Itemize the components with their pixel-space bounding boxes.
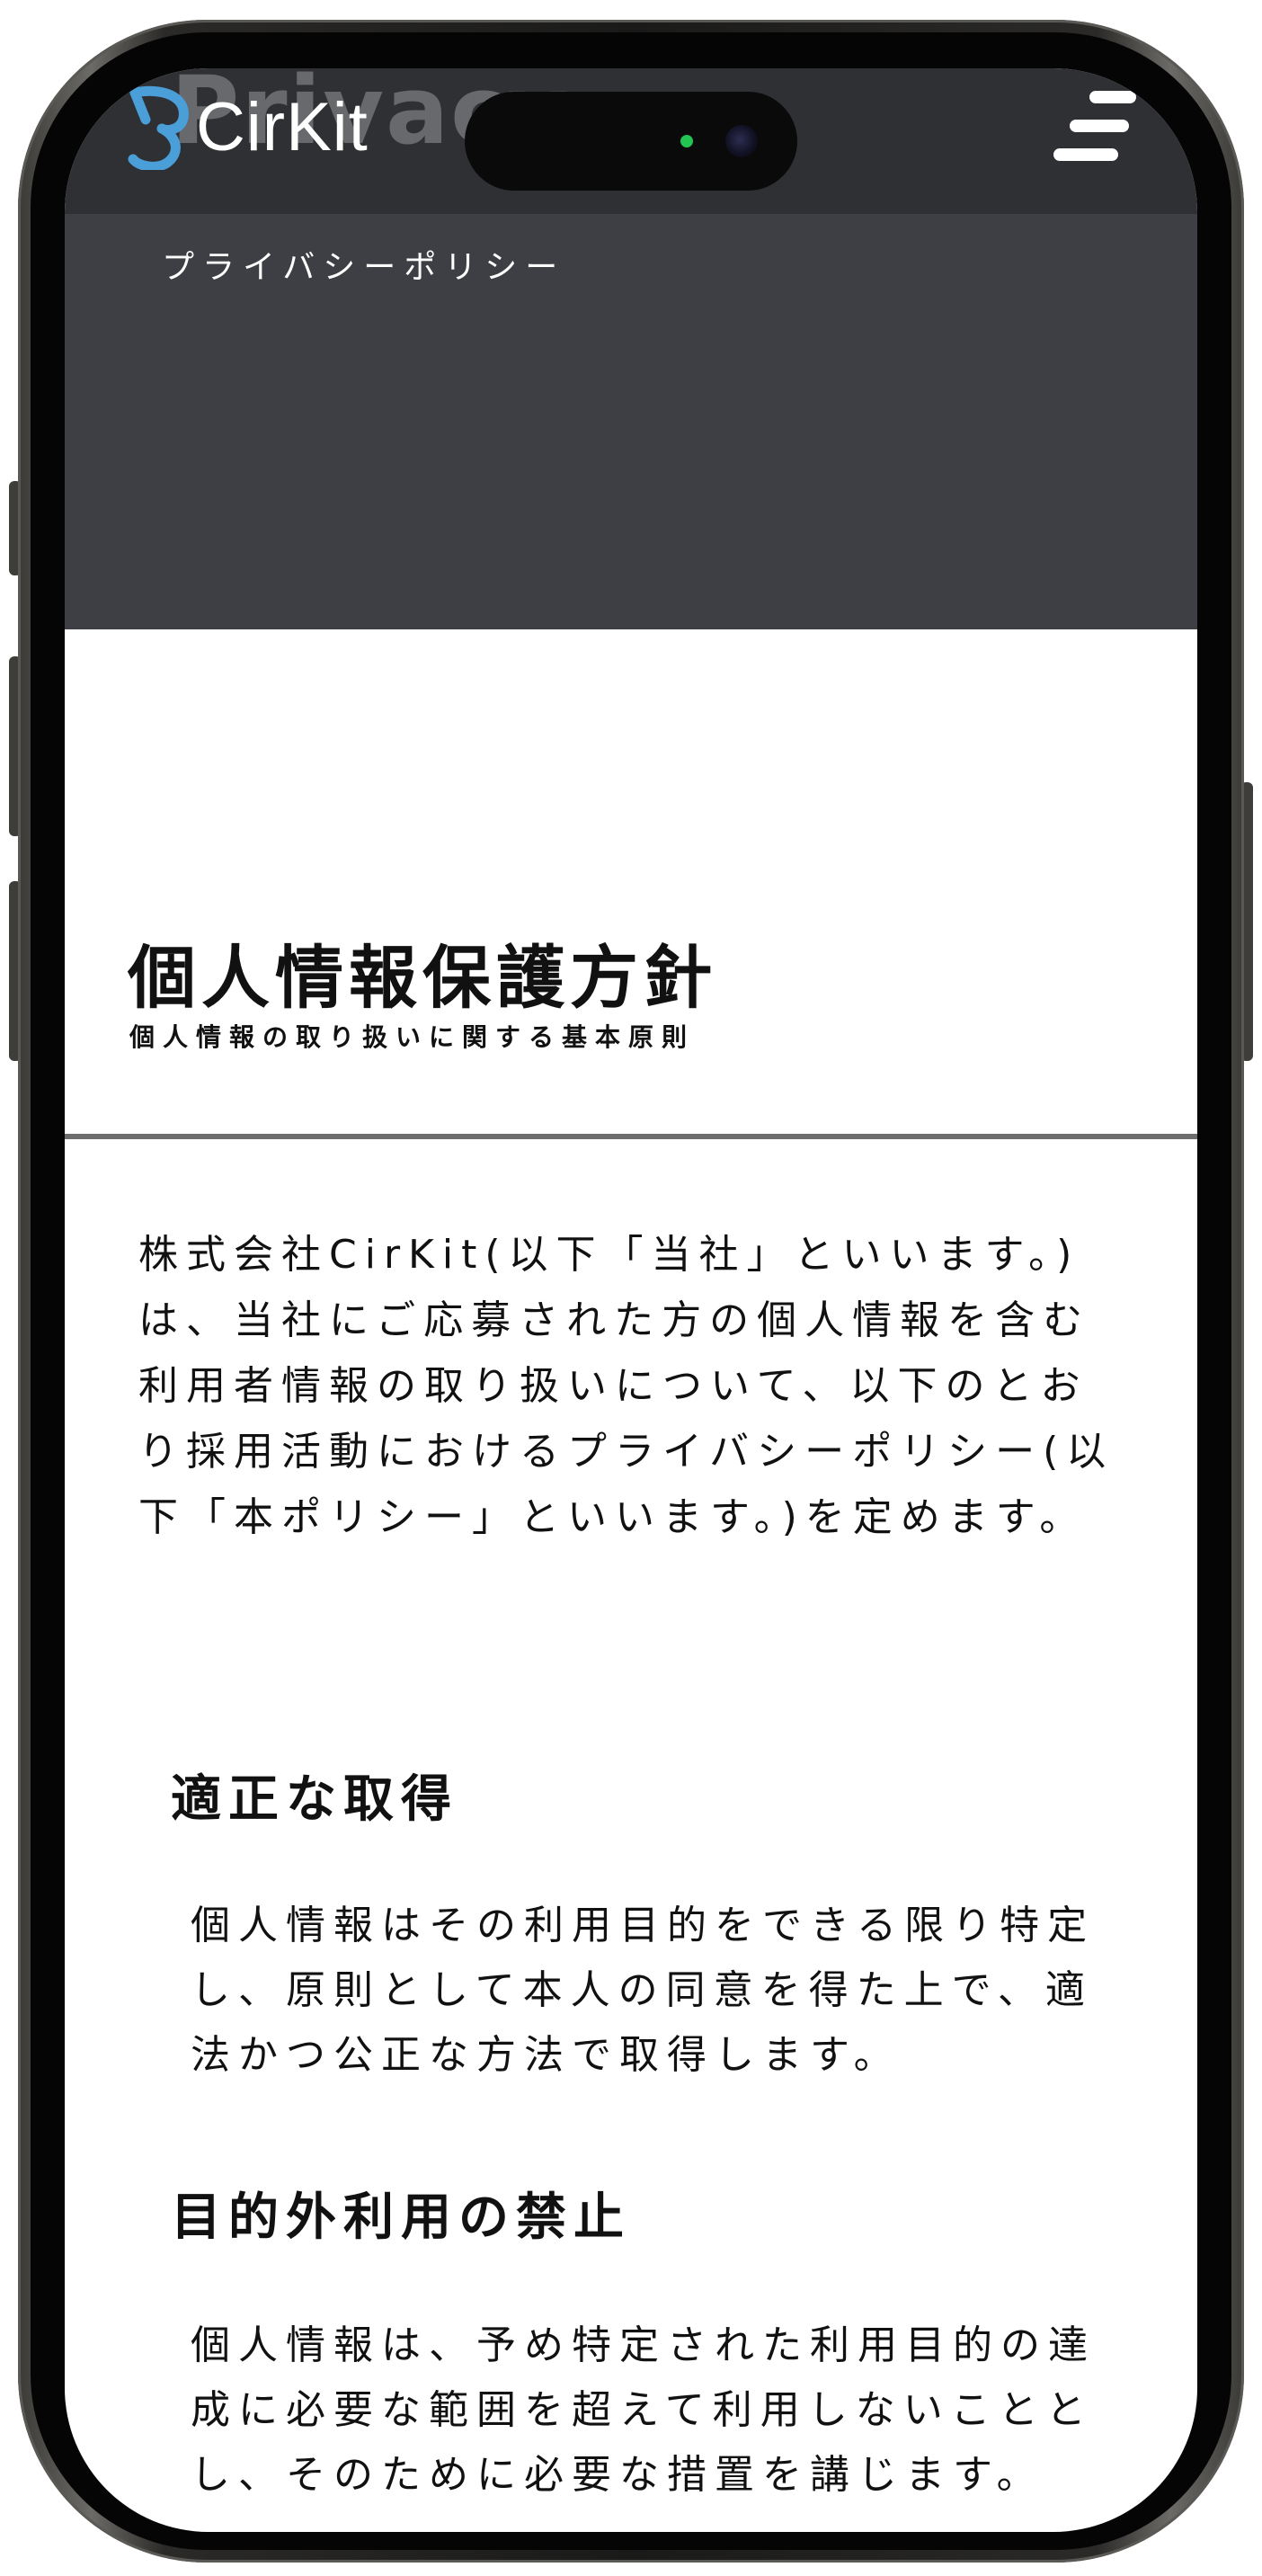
cirkit-logo-icon (128, 85, 189, 170)
front-camera-icon (725, 125, 758, 157)
section-divider (65, 1134, 1197, 1139)
section-heading-proper-acquisition: 適正な取得 (171, 1770, 458, 1829)
section-body-no-other-use: 個人情報は、予め特定された利用目的の達成に必要な範囲を超えて利用しないこととし、… (191, 2322, 1096, 2498)
page-title: プライバシーポリシー (162, 249, 566, 286)
section-body-proper-acquisition: 個人情報はその利用目的をできる限り特定し、原則として本人の同意を得た上で、適法か… (191, 1903, 1096, 2078)
policy-heading: 個人情報保護方針 (128, 938, 717, 1018)
policy-intro: 株式会社CirKit(以下「当社」といいます。)は、当社にご応募された方の個人情… (138, 1232, 1115, 1540)
section-heading-no-other-use: 目的外利用の禁止 (171, 2188, 631, 2247)
phone-screen: Privacy CirKit プライバシーポリシー 個人情報保護方針 個人情報の… (65, 68, 1197, 2532)
hero-banner: プライバシーポリシー (65, 214, 1197, 629)
hamburger-menu-icon (1053, 91, 1136, 161)
dynamic-island (465, 92, 797, 191)
site-logo-link[interactable]: CirKit (126, 77, 369, 176)
brand-name: CirKit (196, 88, 369, 165)
privacy-indicator-dot (680, 135, 693, 147)
policy-subheading: 個人情報の取り扱いに関する基本原則 (129, 1022, 696, 1052)
menu-button[interactable] (1049, 85, 1139, 165)
